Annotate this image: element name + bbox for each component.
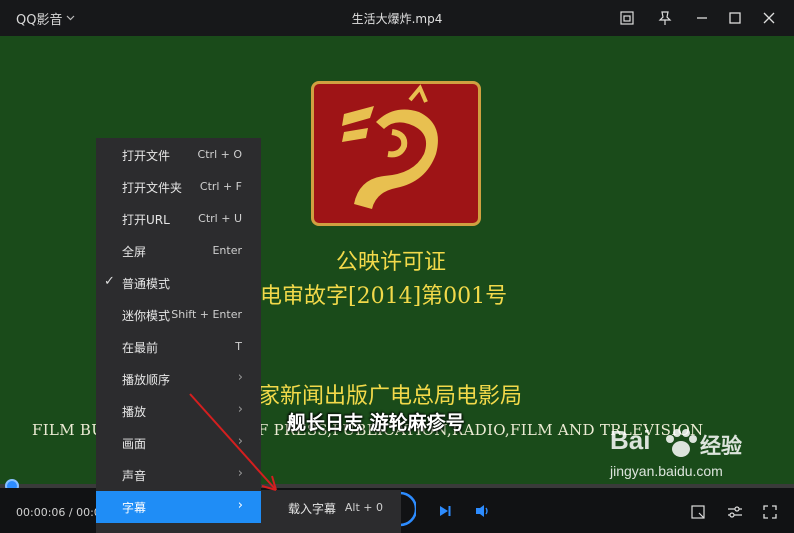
menu-item-mini-mode[interactable]: 迷你模式 Shift + Enter [96,299,261,331]
picture-in-picture-button[interactable] [615,6,639,30]
menu-item-label: 画面 [122,437,147,451]
settings-button[interactable] [725,502,745,522]
close-icon [763,12,775,24]
menu-item-playback[interactable]: 播放 › [96,395,261,427]
maximize-icon [729,12,741,24]
volume-icon [476,505,488,517]
chevron-right-icon: › [237,402,243,417]
chevron-right-icon: › [237,498,243,513]
minimize-icon [697,17,707,19]
chevron-right-icon: › [237,370,243,385]
pin-icon [658,11,672,25]
menu-item-label: 打开URL [122,213,170,227]
screenshot-button[interactable] [688,502,708,522]
menu-item-picture[interactable]: 画面 › [96,427,261,459]
menu-item-open-url[interactable]: 打开URL Ctrl + U [96,203,261,235]
next-track-icon [440,506,451,516]
menu-item-play-order[interactable]: 播放顺序 › [96,363,261,395]
menu-item-subtitles[interactable]: 字幕 › [96,491,261,523]
context-menu: 打开文件 Ctrl + O 打开文件夹 Ctrl + F 打开URL Ctrl … [96,138,261,533]
screenshot-icon [691,505,705,519]
submenu-item-label: 载入字幕 [288,502,337,516]
next-track-button[interactable] [436,502,454,520]
menu-item-always-on-top[interactable]: 在最前 T [96,331,261,363]
picture-in-picture-icon [620,11,634,25]
menu-item-shortcut: Ctrl + U [198,212,242,225]
menu-item-open-file[interactable]: 打开文件 Ctrl + O [96,139,261,171]
menu-item-shortcut: Enter [212,244,242,257]
menu-item-label: 迷你模式 [122,309,171,323]
menu-item-shortcut: Ctrl + O [197,148,242,161]
close-button[interactable] [757,6,781,30]
chevron-right-icon: › [237,434,243,449]
menu-item-label: 字幕 [122,501,147,515]
submenu-item-load-subtitle[interactable]: 载入字幕 Alt + 0 [261,490,401,524]
menu-item-label: 普通模式 [122,277,171,291]
minimize-button[interactable] [690,6,714,30]
certificate-number: 电审故字[2014]第001号 [260,284,508,309]
menu-item-label: 播放顺序 [122,373,171,387]
menu-item-shortcut: Ctrl + F [199,180,242,193]
menu-item-shortcut: Shift + Enter [171,308,242,321]
menu-item-shortcut: T [235,340,242,353]
menu-item-label: 声音 [122,469,147,483]
video-subtitle: 舰长日志 游轮麻疹号 [287,412,465,434]
menu-item-label: 打开文件 [122,149,171,163]
bureau-name-cn: 家新闻出版广电总局电影局 [258,384,523,409]
fullscreen-icon [763,505,777,519]
checkmark-icon: ✓ [104,274,115,289]
title-bar: QQ影音 生活大爆炸.mp4 [0,0,794,36]
menu-item-sound[interactable]: 声音 › [96,459,261,491]
menu-item-label: 在最前 [122,341,159,355]
time-readout: 00:00:06 / 00:04 [16,506,108,519]
fullscreen-button[interactable] [760,502,780,522]
menu-item-fullscreen[interactable]: 全屏 Enter [96,235,261,267]
volume-button[interactable] [473,502,493,520]
chevron-right-icon: › [237,466,243,481]
certificate-title: 公映许可证 [336,250,447,275]
maximize-button[interactable] [723,6,747,30]
menu-item-label: 播放 [122,405,147,419]
submenu-item-shortcut: Alt + 0 [344,501,383,514]
menu-item-open-folder[interactable]: 打开文件夹 Ctrl + F [96,171,261,203]
menu-item-normal-mode[interactable]: ✓ 普通模式 [96,267,261,299]
menu-item-label: 全屏 [122,245,147,259]
subtitle-submenu: 载入字幕 Alt + 0 [261,490,401,533]
settings-sliders-icon [728,506,742,518]
pin-button[interactable] [653,6,677,30]
menu-item-label: 打开文件夹 [122,181,183,195]
film-bureau-logo [311,81,481,226]
